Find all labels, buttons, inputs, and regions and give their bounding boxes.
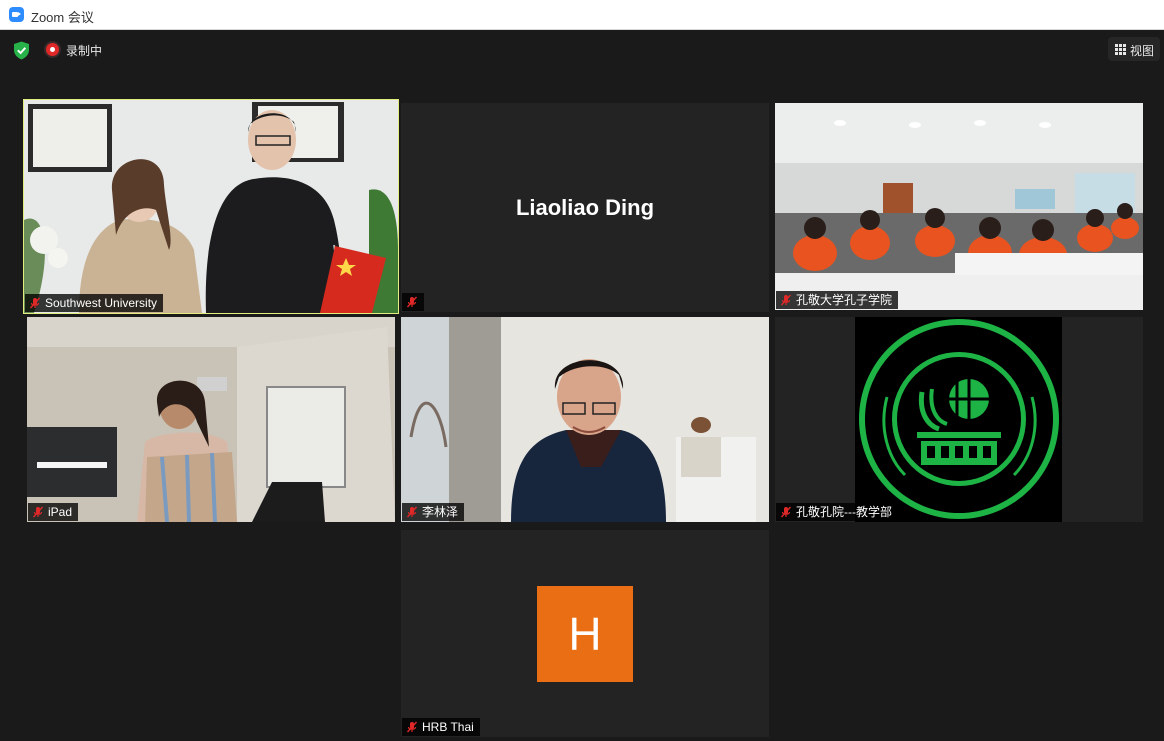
shield-check-icon[interactable] <box>13 41 30 60</box>
participant-name-tag: 孔敬大学孔子学院 <box>776 291 899 309</box>
participant-tile-khonkaen-teaching[interactable]: 孔敬孔院---教学部 <box>775 317 1143 522</box>
recording-label[interactable]: 录制中 <box>66 42 102 59</box>
participant-name-tag: HRB Thai <box>402 718 480 736</box>
window-title: Zoom 会议 <box>31 10 94 25</box>
participant-tile-ipad[interactable]: iPad <box>27 317 395 522</box>
participant-name-tag <box>402 293 424 311</box>
muted-microphone-icon <box>29 297 41 309</box>
participant-name: HRB Thai <box>422 720 474 734</box>
muted-microphone-icon <box>32 506 44 518</box>
grid-view-icon <box>1115 44 1126 55</box>
participant-avatar: H <box>537 586 633 682</box>
participant-name: Southwest University <box>45 296 158 310</box>
participant-video <box>401 317 769 522</box>
participant-video <box>24 100 398 313</box>
participant-tile-southwest-university[interactable]: Southwest University <box>23 99 399 314</box>
meeting-topbar: 录制中 视图 <box>0 30 1164 70</box>
window-titlebar: Zoom 会议 <box>0 0 1164 30</box>
participant-display-name: Liaoliao Ding <box>515 195 655 220</box>
participant-video <box>27 317 395 522</box>
participant-name-tag: 孔敬孔院---教学部 <box>776 503 898 521</box>
participant-name-tag: 李林泽 <box>402 503 465 521</box>
participant-name: 孔敬孔院---教学部 <box>796 505 892 519</box>
muted-microphone-icon <box>406 296 418 308</box>
participant-name-tag: Southwest University <box>25 294 164 312</box>
participant-name: iPad <box>48 505 73 519</box>
muted-microphone-icon <box>780 506 792 518</box>
confucius-institute-logo <box>859 319 1059 519</box>
participant-name-tag: iPad <box>28 503 79 521</box>
muted-microphone-icon <box>780 294 792 306</box>
recording-icon[interactable] <box>46 43 59 56</box>
participant-video <box>775 103 1143 310</box>
participant-tile-liaoliao-ding[interactable]: Liaoliao Ding <box>401 103 769 312</box>
view-button[interactable]: 视图 <box>1108 37 1160 61</box>
zoom-logo-icon <box>9 7 24 22</box>
view-button-label: 视图 <box>1130 44 1155 58</box>
participant-name: 李林泽 <box>422 505 459 519</box>
muted-microphone-icon <box>406 506 418 518</box>
muted-microphone-icon <box>406 721 418 733</box>
participant-name: 孔敬大学孔子学院 <box>796 293 893 307</box>
participant-tile-khonkaen-ci[interactable]: 孔敬大学孔子学院 <box>775 103 1143 310</box>
participant-tile-hrb-thai[interactable]: H HRB Thai <box>401 530 769 737</box>
participant-tile-li-linze[interactable]: 李林泽 <box>401 317 769 522</box>
